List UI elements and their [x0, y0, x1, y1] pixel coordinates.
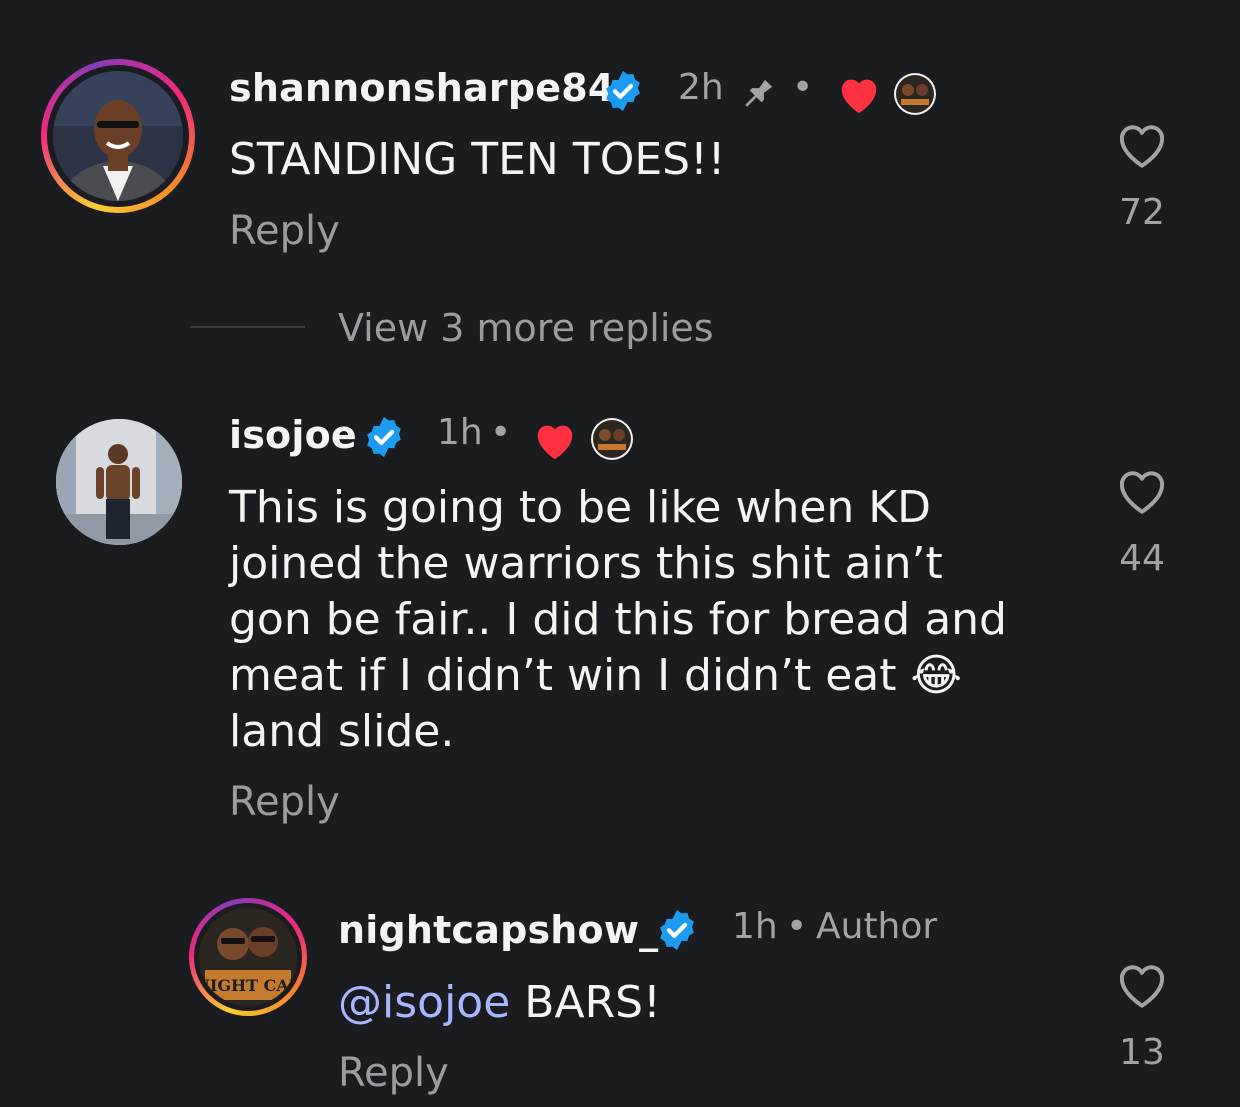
profile-photo [56, 419, 182, 545]
avatar-logo-text: NIGHT CAP [199, 976, 297, 995]
profile-photo [53, 71, 183, 201]
verified-badge-icon [600, 68, 646, 118]
mention-link[interactable]: @isojoe [338, 977, 510, 1028]
author-mini-avatar [893, 72, 937, 120]
comment-text: STANDING TEN TOES!! [229, 134, 726, 185]
like-heart-outline-icon[interactable] [1114, 464, 1170, 520]
like-count: 44 [1119, 538, 1165, 579]
comment-username[interactable]: shannonsharpe84 [229, 66, 615, 110]
separator-dot: • [792, 67, 814, 108]
view-more-replies-label[interactable]: View 3 more replies [338, 306, 714, 350]
separator-dot: • [786, 906, 808, 947]
reply-button[interactable]: Reply [229, 779, 340, 825]
verified-badge-icon [361, 414, 407, 464]
like-count: 72 [1119, 192, 1165, 233]
author-mini-avatar [590, 417, 634, 465]
reply-username[interactable]: nightcapshow_ [338, 908, 658, 952]
liked-by-author-heart-icon [532, 418, 578, 466]
avatar-nightcapshow[interactable]: NIGHT CAP [189, 898, 307, 1016]
author-label: Author [816, 906, 938, 947]
like-count: 13 [1119, 1032, 1165, 1073]
reply-time: 1h [732, 906, 778, 947]
avatar-shannonsharpe84[interactable] [41, 59, 195, 213]
thread-line [190, 326, 305, 328]
avatar-isojoe[interactable] [56, 419, 182, 545]
reply-button[interactable]: Reply [338, 1050, 449, 1096]
comment-username[interactable]: isojoe [229, 413, 357, 457]
verified-badge-icon [654, 907, 700, 957]
profile-photo: NIGHT CAP [199, 908, 297, 1006]
separator-dot: • [490, 412, 512, 453]
comment-time: 2h [678, 67, 724, 108]
reply-body: BARS! [524, 977, 661, 1028]
liked-by-author-heart-icon [836, 72, 882, 120]
like-heart-outline-icon[interactable] [1114, 958, 1170, 1014]
comment-time: 1h [437, 412, 483, 453]
reply-button[interactable]: Reply [229, 208, 340, 254]
pin-icon [738, 74, 778, 118]
reply-text: @isojoe BARS! [338, 975, 661, 1031]
comment-text: This is going to be like when KD joined … [229, 482, 1007, 757]
like-heart-outline-icon[interactable] [1114, 118, 1170, 174]
